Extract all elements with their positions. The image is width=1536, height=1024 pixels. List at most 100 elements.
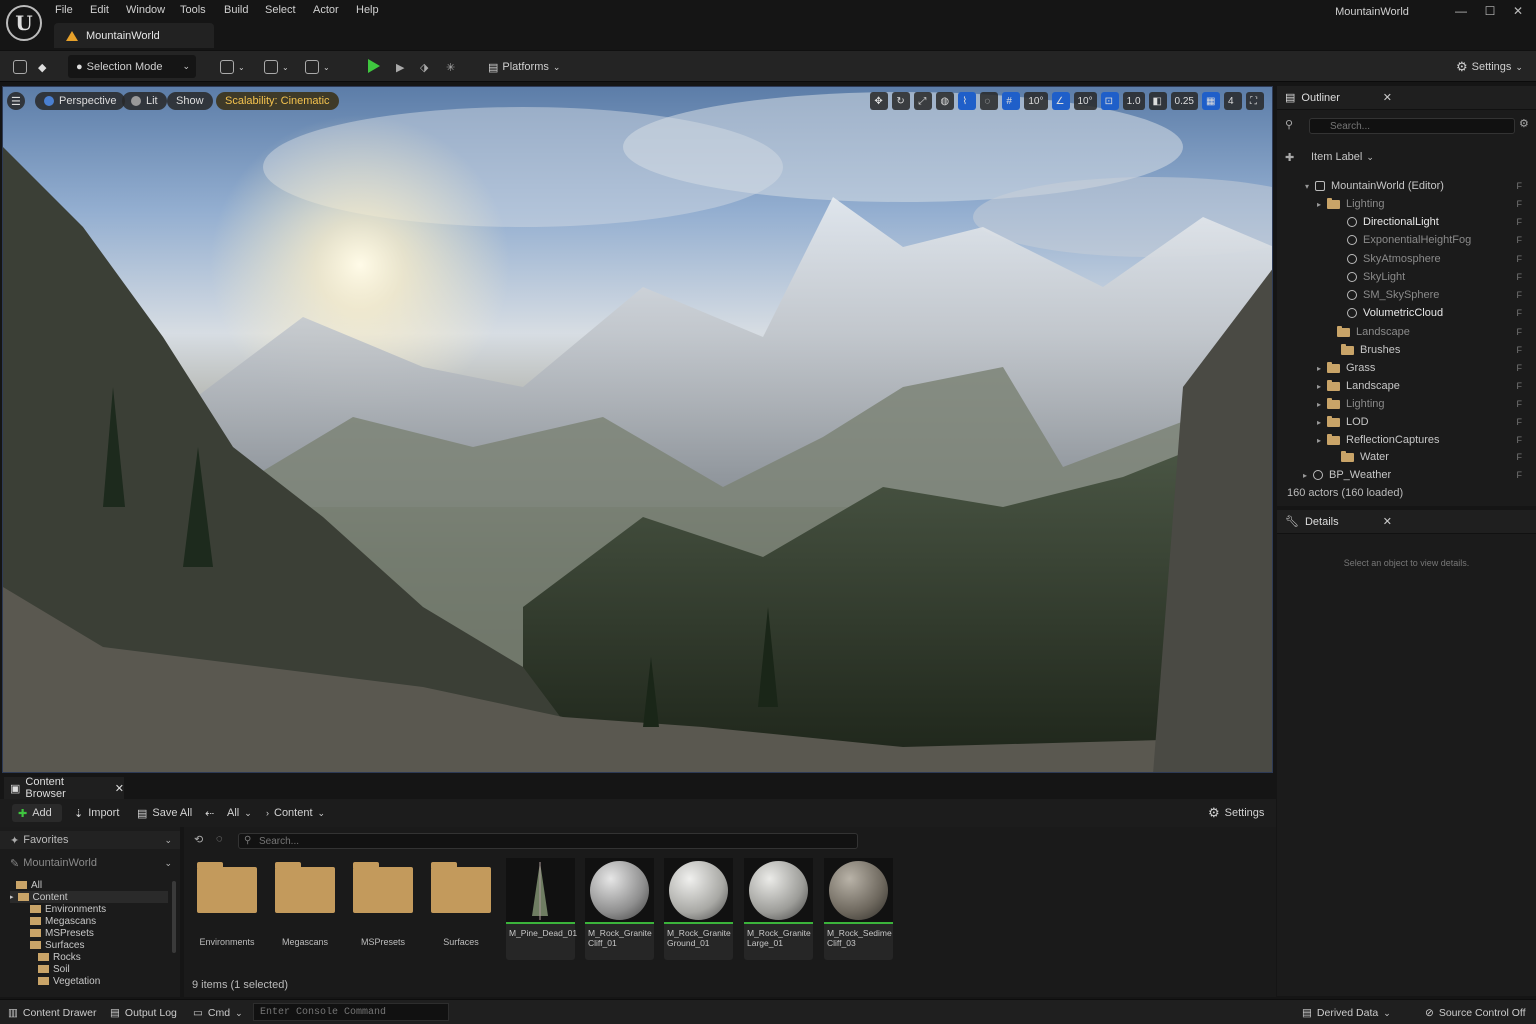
console-input[interactable] [253,1003,449,1021]
tree-item-rocks[interactable]: Rocks [38,951,81,963]
add-content-icon[interactable]: ⌄ [220,58,245,76]
world-icon[interactable]: ◍ [936,92,955,110]
tree-item-all[interactable]: All [16,879,42,891]
project-header[interactable]: ✎ MountainWorld ⌄ [0,854,180,872]
menu-help[interactable]: Help [356,4,379,20]
layout-value[interactable]: 4 [1224,92,1242,110]
layout-icon[interactable]: ▦ [1202,92,1220,110]
folder-megascans[interactable]: Megascans [274,862,336,953]
minimize-icon[interactable]: — [1451,4,1471,20]
outliner-row[interactable]: Landscape F [1277,323,1536,341]
tree-item-content[interactable]: ▸ Content [10,891,168,903]
asset-tile[interactable]: M_Rock_Granite Cliff_01 [585,858,654,960]
outliner-row[interactable]: ▸ Lighting F [1277,195,1536,213]
outliner-tab[interactable]: ▤ Outliner ✕ [1277,86,1536,110]
advance-frame-icon[interactable]: ▶ [396,58,404,76]
select-tool-icon[interactable]: ✥ [870,92,889,110]
mode-icon[interactable]: ◆ [38,58,46,76]
cmd-dropdown[interactable]: ▭ Cmd ⌄ [193,1006,243,1020]
camera-speed-value[interactable]: 0.25 [1170,92,1198,110]
settings-icon[interactable]: ⚙ [1519,117,1529,130]
outliner-row[interactable]: SM_SkySphere F [1277,286,1536,304]
expand-arrow-icon[interactable]: ▸ [1317,364,1327,373]
outliner-row[interactable]: ▸ LOD F [1277,413,1536,431]
close-icon[interactable]: ✕ [115,782,124,795]
level-tab[interactable]: MountainWorld [54,23,214,48]
save-level-icon[interactable] [13,58,27,76]
maximize-viewport-icon[interactable]: ⛶ [1246,92,1264,110]
details-tab[interactable]: 🔧︎ Details ✕ [1277,510,1536,534]
asset-tile[interactable]: M_Rock_Granite Large_01 [744,858,813,960]
outliner-row[interactable]: SkyLight F [1277,268,1536,286]
show-button[interactable]: Show [167,92,213,110]
rotate-tool-icon[interactable]: ↻ [892,92,911,110]
expand-arrow-icon[interactable]: ▸ [1317,436,1327,445]
asset-tile[interactable]: M_Pine_Dead_01 [506,858,577,960]
tree-item-soil[interactable]: Soil [38,963,70,975]
outliner-row[interactable]: ▸ Lighting F [1277,395,1536,413]
outliner-search-input[interactable] [1309,118,1515,134]
close-icon[interactable]: ✕ [1383,91,1392,104]
sync-icon[interactable]: ⟲ [194,833,203,846]
breadcrumb[interactable]: › Content ⌄ [266,804,325,822]
outliner-row[interactable]: DirectionalLight F [1277,213,1536,231]
outliner-row[interactable]: ▾ MountainWorld (Editor) F [1277,177,1536,195]
platforms-dropdown[interactable]: ▤ Platforms ⌄ [488,58,560,76]
expand-arrow-icon[interactable]: ▸ [1317,400,1327,409]
grid-snap-icon[interactable]: ◌ [980,92,999,110]
maximize-icon[interactable]: ☐ [1480,4,1500,20]
lit-button[interactable]: Lit [122,92,167,110]
close-icon[interactable]: ✕ [1383,515,1392,528]
surface-snap-icon[interactable]: ⌇ [958,92,977,110]
expand-arrow-icon[interactable]: ▸ [1317,200,1327,209]
camera-speed-icon[interactable]: ◧ [1148,92,1167,110]
outliner-row[interactable]: ▸ BP_Weather F [1277,466,1536,484]
outliner-row[interactable]: ▸ ReflectionCaptures F [1277,431,1536,449]
menu-tools[interactable]: Tools [180,4,206,20]
asset-tile[interactable]: M_Rock_Sedime Cliff_03 [824,858,893,960]
menu-window[interactable]: Window [126,4,165,20]
expand-arrow-icon[interactable]: ▸ [1317,418,1327,427]
filter-icon[interactable]: ◌ [216,833,223,845]
outliner-row[interactable]: ▸ Landscape F [1277,377,1536,395]
tree-item-environments[interactable]: Environments [30,903,106,915]
eject-icon[interactable]: ✳ [446,58,455,76]
content-browser-tab[interactable]: ▣ Content Browser ✕ [4,776,124,800]
toolbar-settings-button[interactable]: ⚙ Settings ⌄ [1456,58,1523,76]
source-control-button[interactable]: ⊘ Source Control Off [1425,1006,1526,1020]
asset-tile[interactable]: M_Rock_Granite Ground_01 [664,858,733,960]
outliner-row[interactable]: Brushes F [1277,341,1536,359]
save-all-button[interactable]: ▤ Save All [137,804,192,822]
outliner-row[interactable]: SkyAtmosphere F [1277,250,1536,268]
expand-arrow-icon[interactable]: ▾ [1305,182,1315,191]
blueprint-icon[interactable]: ⌄ [264,58,289,76]
folder-environments[interactable]: Environments [196,862,258,953]
level-viewport[interactable]: ☰ Perspective Lit Show Scalability: Cine… [2,86,1273,773]
menu-select[interactable]: Select [265,4,296,20]
grid-snap-value[interactable]: 10° [1024,92,1048,110]
filter-icon[interactable]: ⚲ [1285,118,1293,131]
expand-arrow-icon[interactable]: ▸ [1303,471,1313,480]
play-icon[interactable] [368,59,380,73]
import-button[interactable]: ⇣ Import [74,804,119,822]
menu-file[interactable]: File [55,4,73,20]
tree-item-surfaces[interactable]: Surfaces [30,939,84,951]
folder-surfaces[interactable]: Surfaces [430,862,492,953]
simulate-icon[interactable]: ⬗ [420,58,428,76]
selection-mode-dropdown[interactable]: ● Selection Mode ⌄ [68,55,196,78]
tree-item-mspresets[interactable]: MSPresets [30,927,94,939]
tree-scrollbar[interactable] [172,881,176,953]
viewport-options-button[interactable]: ☰ [7,92,25,110]
add-button[interactable]: ✚ Add [12,804,62,822]
all-dropdown[interactable]: All ⌄ [227,804,252,822]
content-settings-button[interactable]: ⚙ Settings [1208,804,1264,822]
content-search-input[interactable] [238,833,858,849]
content-drawer-button[interactable]: ▥ Content Drawer [8,1006,96,1020]
outliner-row[interactable]: Water F [1277,448,1536,466]
outliner-row[interactable]: ExponentialHeightFog F [1277,231,1536,249]
rotation-snap-value[interactable]: 10° [1073,92,1097,110]
scale-snap-toggle[interactable]: ⊡ [1100,92,1119,110]
menu-actor[interactable]: Actor [313,4,339,20]
close-icon[interactable]: ✕ [1508,4,1528,20]
folder-mspresets[interactable]: MSPresets [352,862,414,953]
